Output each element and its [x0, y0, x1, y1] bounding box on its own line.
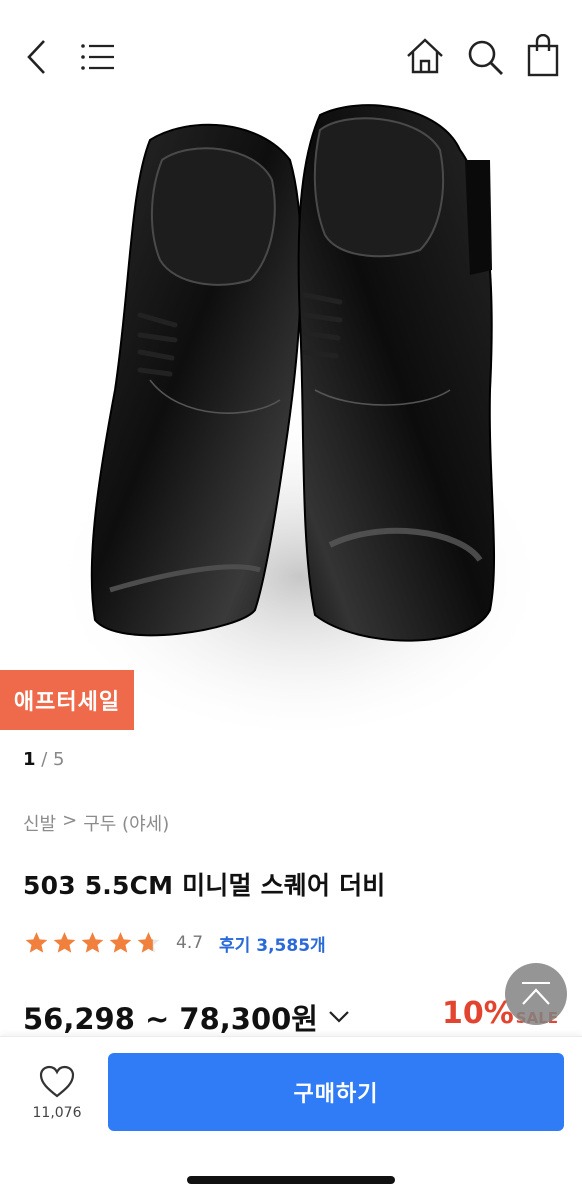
review-count-link[interactable]: 후기 3,585개	[219, 931, 326, 956]
sale-badge: 애프터세일	[0, 670, 134, 730]
gallery-total: 5	[53, 749, 65, 770]
star-half-icon	[137, 932, 160, 953]
menu-icon[interactable]	[80, 42, 116, 72]
gallery-pager: 1 / 5	[23, 749, 65, 770]
scroll-to-top-button[interactable]	[505, 963, 567, 1025]
wishlist-button[interactable]: 11,076	[22, 1065, 92, 1121]
price-range[interactable]: 56,298 ~ 78,300원	[23, 996, 350, 1038]
gallery-current: 1	[23, 749, 36, 770]
gallery-separator: /	[35, 749, 54, 770]
price-text: 56,298 ~ 78,300원	[23, 1002, 318, 1036]
home-indicator	[187, 1176, 395, 1184]
chevron-down-icon[interactable]	[328, 1010, 350, 1024]
star-rating	[23, 930, 162, 956]
buy-button[interactable]: 구매하기	[108, 1053, 564, 1131]
wishlist-count: 11,076	[32, 1105, 82, 1121]
home-icon[interactable]	[405, 36, 445, 76]
star-icon	[81, 932, 104, 953]
product-title: 503 5.5CM 미니멀 스퀘어 더비	[23, 871, 386, 900]
rating-row: 4.7 후기 3,585개	[23, 928, 326, 958]
star-icon	[53, 932, 76, 953]
breadcrumb-item[interactable]: 구두 (야세)	[83, 810, 169, 836]
breadcrumb-separator: >	[62, 810, 78, 831]
heart-icon	[39, 1065, 75, 1098]
shopping-bag-icon[interactable]	[526, 34, 560, 78]
breadcrumb-item[interactable]: 신발	[23, 810, 56, 836]
breadcrumb: 신발 > 구두 (야세)	[23, 810, 169, 836]
discount-percent: 10%	[441, 996, 514, 1031]
product-image[interactable]	[0, 90, 582, 730]
star-icon	[25, 932, 48, 953]
rating-score: 4.7	[176, 933, 204, 953]
back-icon[interactable]	[24, 38, 50, 76]
search-icon[interactable]	[466, 38, 506, 78]
arrow-up-icon	[522, 982, 550, 1005]
star-icon	[109, 932, 132, 953]
